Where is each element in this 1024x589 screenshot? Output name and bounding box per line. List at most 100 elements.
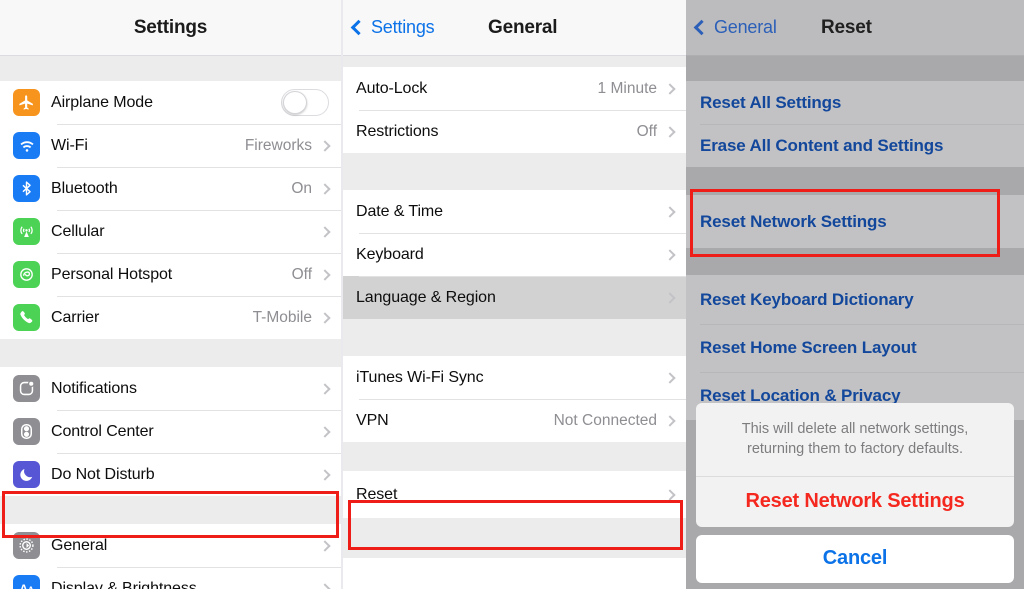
reset-group-misc: Reset Keyboard Dictionary Reset Home Scr… — [686, 275, 1024, 420]
chevron-left-icon — [350, 19, 367, 35]
gear-icon — [13, 532, 40, 559]
section-gap — [343, 153, 686, 190]
chevron-right-icon — [664, 82, 676, 95]
row-do-not-disturb[interactable]: Do Not Disturb — [0, 453, 341, 496]
row-reset-network-settings[interactable]: Reset Network Settings — [686, 195, 1024, 248]
chevron-right-icon — [319, 139, 331, 152]
row-label: Auto-Lock — [356, 79, 428, 97]
row-notifications[interactable]: Notifications — [0, 367, 341, 410]
chevron-right-icon — [664, 248, 676, 261]
row-label: Date & Time — [356, 202, 443, 220]
chevron-right-icon — [664, 371, 676, 384]
row-label: Keyboard — [356, 245, 424, 263]
row-label: Airplane Mode — [51, 93, 153, 111]
row-auto-lock[interactable]: Auto-Lock 1 Minute — [343, 67, 686, 110]
row-control-center[interactable]: Control Center — [0, 410, 341, 453]
panel-reset: General Reset Reset All Settings Erase A… — [686, 0, 1024, 589]
row-wifi[interactable]: Wi-Fi Fireworks — [0, 124, 341, 167]
row-label: Personal Hotspot — [51, 265, 173, 283]
section-gap — [343, 56, 686, 67]
action-sheet: This will delete all network settings, r… — [696, 402, 1014, 583]
chevron-right-icon — [319, 425, 331, 438]
row-reset-keyboard-dictionary[interactable]: Reset Keyboard Dictionary — [686, 275, 1024, 324]
reset-network-settings-confirm-button[interactable]: Reset Network Settings — [696, 477, 1014, 527]
chevron-right-icon — [319, 182, 331, 195]
row-general[interactable]: General — [0, 524, 341, 567]
row-erase-all-content[interactable]: Erase All Content and Settings — [686, 124, 1024, 167]
row-value: Off — [291, 265, 312, 283]
row-label: Wi-Fi — [51, 136, 88, 154]
general-group-lock: Auto-Lock 1 Minute Restrictions Off — [343, 67, 686, 153]
row-language-region[interactable]: Language & Region — [343, 276, 686, 319]
airplane-icon — [13, 89, 40, 116]
row-bluetooth[interactable]: Bluetooth On — [0, 167, 341, 210]
cancel-button[interactable]: Cancel — [696, 535, 1014, 583]
section-gap — [686, 167, 1024, 195]
chevron-right-icon — [319, 468, 331, 481]
hotspot-link-icon — [13, 261, 40, 288]
action-sheet-message: This will delete all network settings, r… — [696, 403, 1014, 477]
row-airplane-mode[interactable]: Airplane Mode — [0, 81, 341, 124]
panel-settings: Settings Airplane Mode Wi-Fi Fireworks B… — [0, 0, 341, 589]
row-label: Reset — [356, 485, 398, 503]
reset-group-all: Reset All Settings Erase All Content and… — [686, 81, 1024, 167]
chevron-right-icon — [319, 582, 331, 589]
general-group-locale: Date & Time Keyboard Language & Region — [343, 190, 686, 319]
row-label: iTunes Wi-Fi Sync — [356, 368, 484, 386]
section-gap — [0, 496, 341, 524]
general-group-reset: Reset — [343, 471, 686, 518]
row-personal-hotspot[interactable]: Personal Hotspot Off — [0, 253, 341, 296]
settings-group-connectivity: Airplane Mode Wi-Fi Fireworks Bluetooth … — [0, 81, 341, 339]
airplane-mode-toggle[interactable] — [281, 89, 329, 116]
section-gap — [343, 442, 686, 471]
aa-glyph: AA — [19, 581, 34, 589]
page-title: General — [488, 16, 558, 38]
row-label: Cellular — [51, 222, 105, 240]
chevron-right-icon — [664, 414, 676, 427]
row-cellular[interactable]: Cellular — [0, 210, 341, 253]
chevron-right-icon — [664, 205, 676, 218]
row-vpn[interactable]: VPN Not Connected — [343, 399, 686, 442]
back-button-settings[interactable]: Settings — [350, 17, 435, 38]
row-value: Off — [636, 122, 657, 140]
toggle-knob — [283, 91, 307, 114]
row-restrictions[interactable]: Restrictions Off — [343, 110, 686, 153]
row-itunes-wifi-sync[interactable]: iTunes Wi-Fi Sync — [343, 356, 686, 399]
row-value: On — [291, 179, 312, 197]
section-gap — [0, 56, 341, 81]
action-sheet-card: This will delete all network settings, r… — [696, 402, 1014, 527]
back-button-label: Settings — [371, 17, 435, 37]
chevron-right-icon — [319, 268, 331, 281]
row-label: VPN — [356, 411, 389, 429]
chevron-left-icon — [693, 19, 710, 35]
navbar-settings: Settings — [0, 0, 341, 56]
row-reset-all-settings[interactable]: Reset All Settings — [686, 81, 1024, 124]
section-gap — [686, 56, 1024, 81]
row-reset-home-screen-layout[interactable]: Reset Home Screen Layout — [686, 324, 1024, 372]
back-button-label: General — [714, 17, 777, 37]
row-carrier[interactable]: Carrier T-Mobile — [0, 296, 341, 339]
panel-general: Settings General Auto-Lock 1 Minute Rest… — [341, 0, 686, 589]
row-label: Do Not Disturb — [51, 465, 155, 483]
row-display-brightness[interactable]: AA Display & Brightness — [0, 567, 341, 589]
row-keyboard[interactable]: Keyboard — [343, 233, 686, 276]
bluetooth-icon — [13, 175, 40, 202]
cellular-antenna-icon — [13, 218, 40, 245]
row-value: Not Connected — [553, 411, 657, 429]
section-gap — [686, 248, 1024, 275]
row-label: Notifications — [51, 379, 137, 397]
row-reset[interactable]: Reset — [343, 471, 686, 518]
display-brightness-icon: AA — [13, 575, 40, 589]
reset-list-dimmed: Reset All Settings Erase All Content and… — [686, 56, 1024, 589]
chevron-right-icon — [319, 382, 331, 395]
section-gap — [0, 339, 341, 367]
back-button-general[interactable]: General — [693, 17, 777, 38]
reset-group-network: Reset Network Settings — [686, 195, 1024, 248]
three-panel-walkthrough: Settings Airplane Mode Wi-Fi Fireworks B… — [0, 0, 1024, 589]
row-value: 1 Minute — [597, 79, 657, 97]
row-label: Display & Brightness — [51, 579, 197, 589]
row-date-time[interactable]: Date & Time — [343, 190, 686, 233]
row-label: Carrier — [51, 308, 100, 326]
chevron-right-icon — [319, 311, 331, 324]
notifications-icon — [13, 375, 40, 402]
